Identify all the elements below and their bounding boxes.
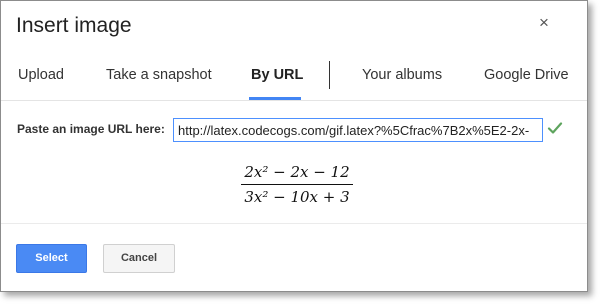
- tab-google-drive[interactable]: Google Drive: [484, 67, 569, 83]
- image-preview: 2x² − 2x − 12 3x² − 10x + 3: [241, 162, 353, 208]
- check-icon: [547, 122, 563, 134]
- formula-numerator: 2x² − 2x − 12: [244, 163, 350, 181]
- tab-bar: Upload Take a snapshot By URL Your album…: [1, 53, 587, 101]
- fraction-bar: [241, 184, 353, 185]
- formula-denominator: 3x² − 10x + 3: [244, 188, 350, 206]
- close-icon[interactable]: ×: [534, 13, 554, 33]
- url-label: Paste an image URL here:: [17, 122, 165, 136]
- formula-fraction: 2x² − 2x − 12 3x² − 10x + 3: [241, 162, 353, 207]
- tab-upload[interactable]: Upload: [18, 67, 64, 83]
- cancel-button[interactable]: Cancel: [103, 244, 175, 273]
- url-input[interactable]: [173, 118, 543, 142]
- footer-divider: [1, 223, 587, 224]
- select-button[interactable]: Select: [16, 244, 87, 273]
- tab-by-url[interactable]: By URL: [251, 67, 303, 83]
- tab-take-snapshot[interactable]: Take a snapshot: [106, 67, 212, 83]
- dialog-title: Insert image: [16, 14, 132, 37]
- active-tab-indicator: [249, 97, 301, 100]
- tab-your-albums[interactable]: Your albums: [362, 67, 442, 83]
- tab-divider: [329, 61, 330, 89]
- insert-image-dialog: Insert image × Upload Take a snapshot By…: [0, 0, 588, 292]
